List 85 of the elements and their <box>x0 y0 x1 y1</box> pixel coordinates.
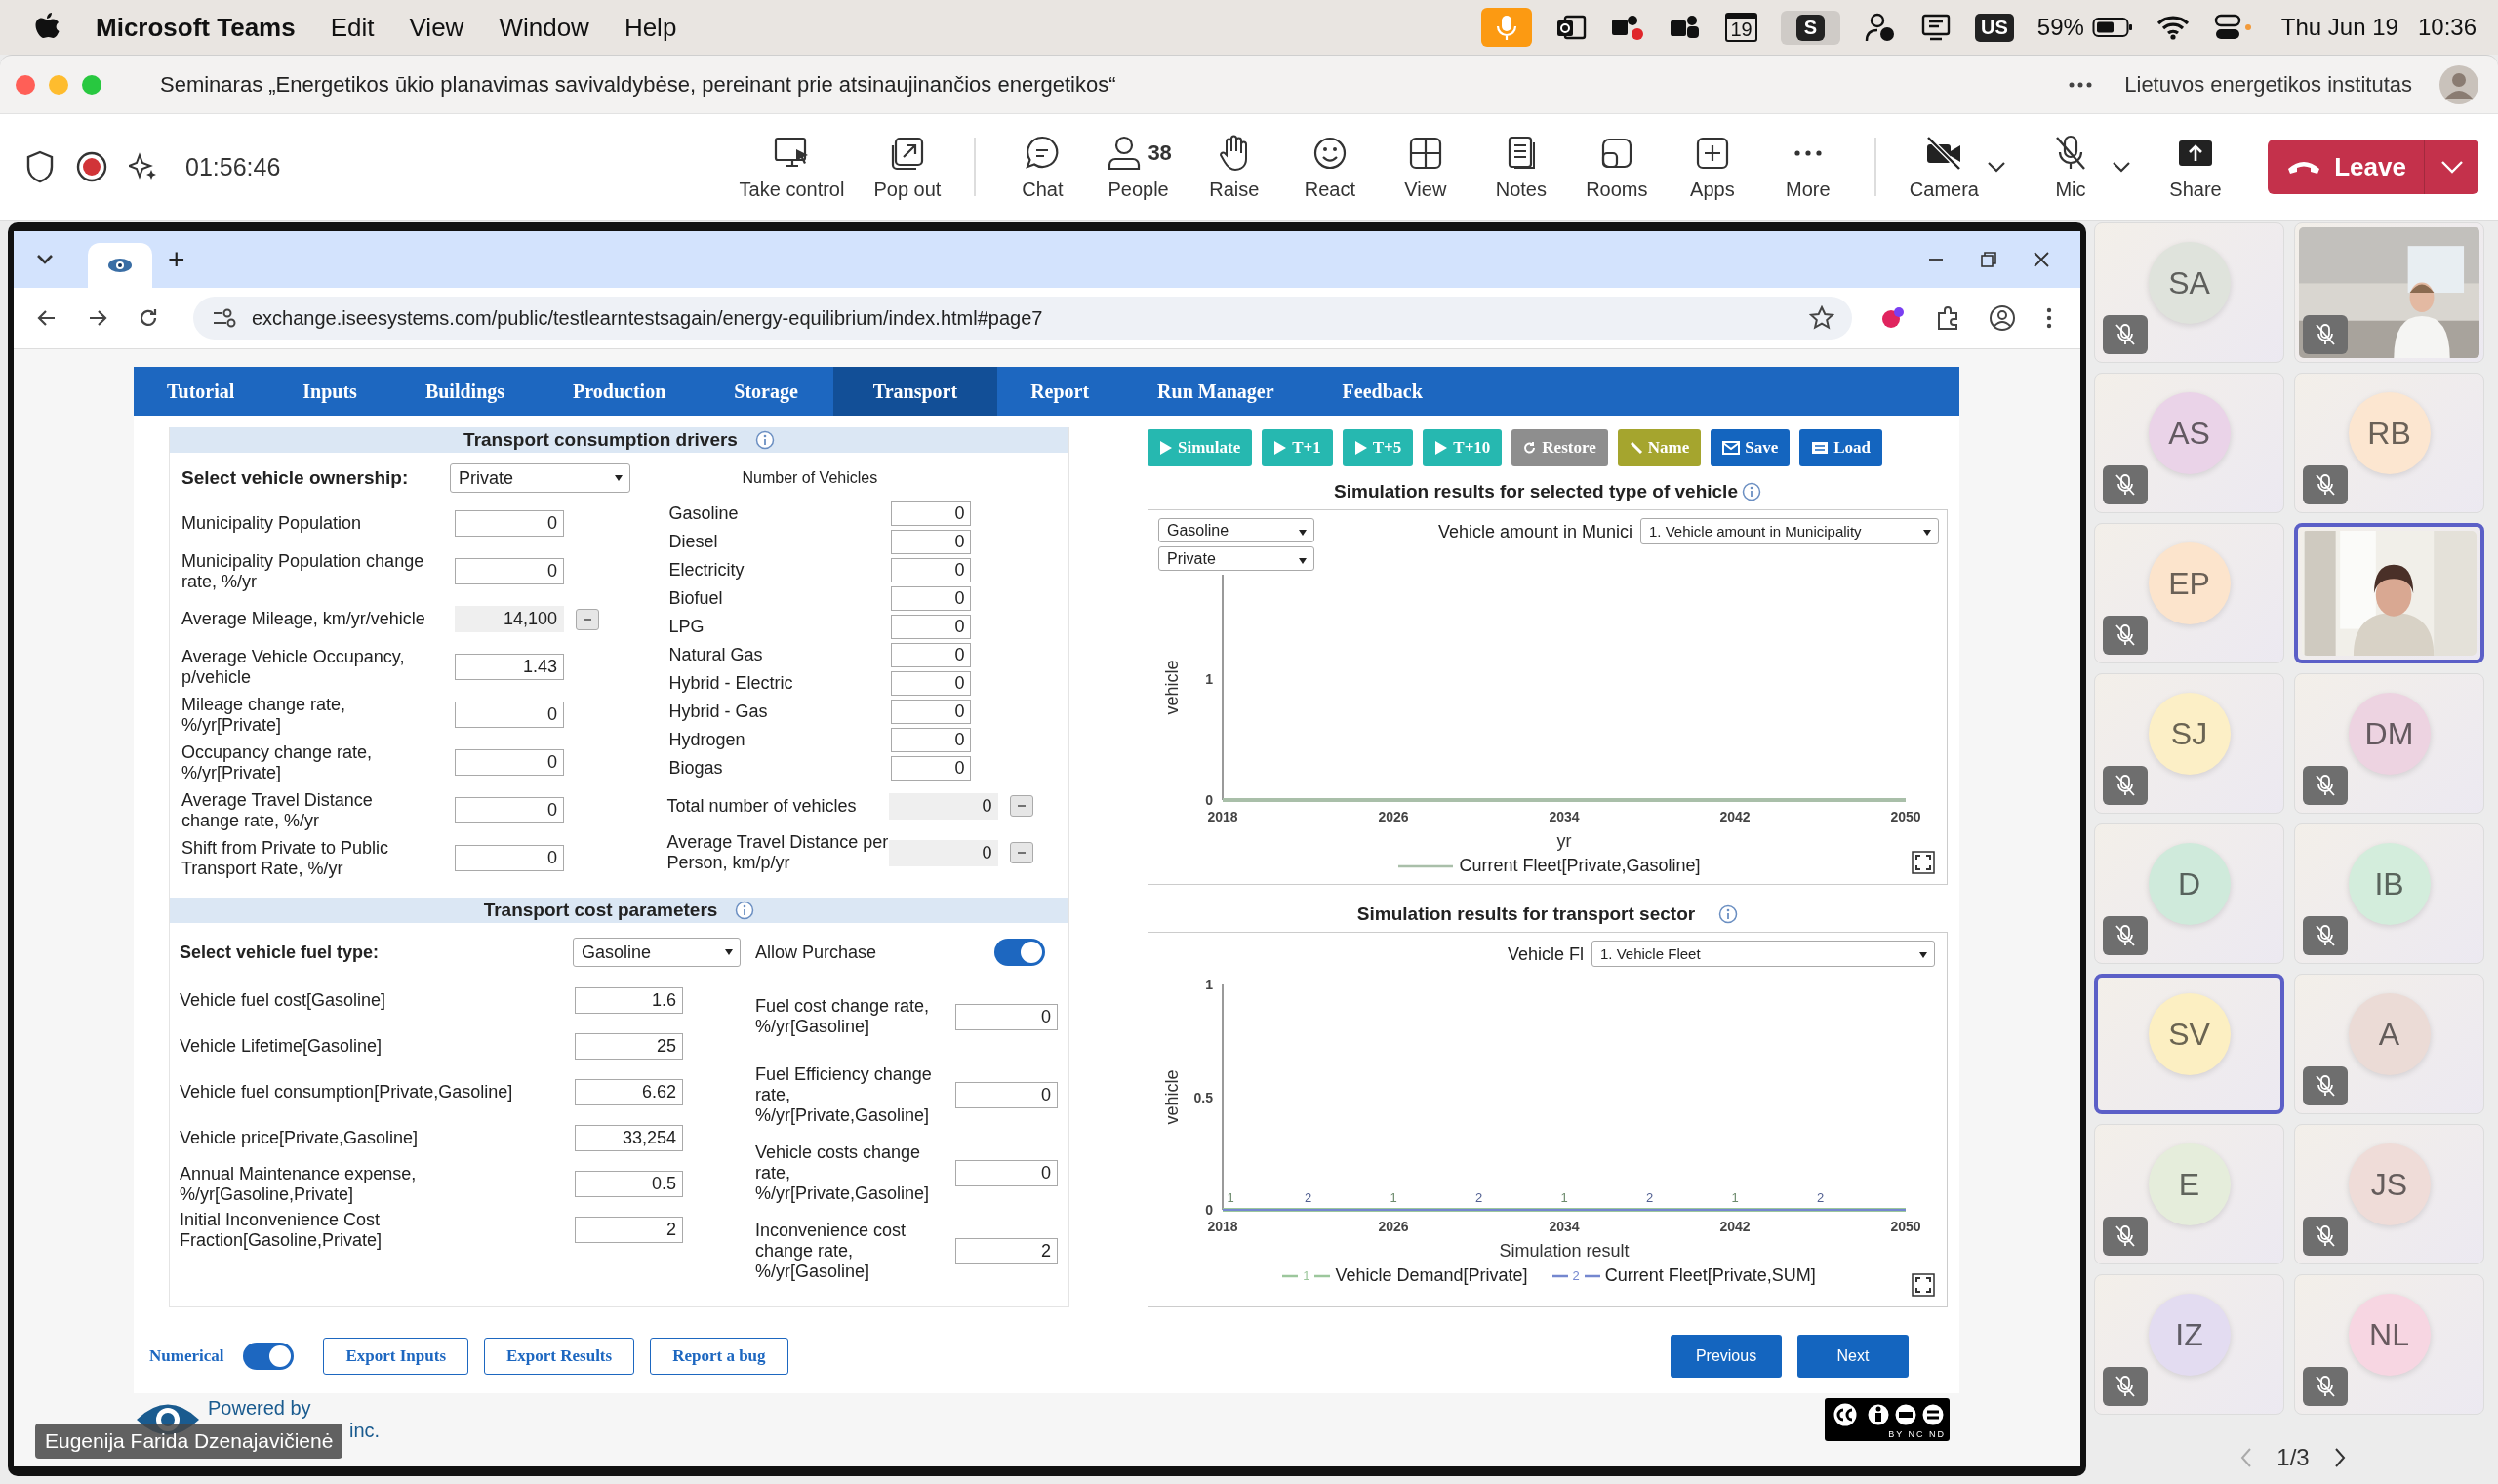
x-axis-label: Simulation result <box>1499 1241 1630 1261</box>
y-axis-label: vehicle <box>1162 660 1182 715</box>
vehicle-label: Hybrid - Gas <box>667 702 769 722</box>
vehicle-label: Hybrid - Electric <box>667 673 794 694</box>
vehicle-label: Biogas <box>667 758 724 779</box>
x-tick-label: 2026 <box>1378 809 1409 824</box>
url-text: exchange.iseesystems.com/public/testlearntestsagain/energy-equilibrium/index.html#page7 <box>252 306 1043 330</box>
vehicle-label: Natural Gas <box>667 645 764 665</box>
series-marker: 2 <box>1645 1190 1654 1205</box>
x-axis-label: yr <box>1556 831 1572 851</box>
toggle-label: Numerical <box>149 1346 224 1366</box>
variable-label: Vehicle Fl <box>1507 944 1584 965</box>
field-label: Vehicle Lifetime[Gasoline] <box>180 1036 383 1057</box>
field-label: Mileage change rate, %/yr[Private] <box>181 694 347 736</box>
series-marker: 2 <box>1304 1190 1312 1205</box>
number-field: 0 <box>889 839 999 866</box>
x-tick-label: 2042 <box>1719 1219 1751 1234</box>
chart-title: Simulation results for selected type of vehicle <box>1334 481 1738 502</box>
field-label: Total number of vehicles <box>665 795 858 817</box>
x-tick-label: 2042 <box>1719 809 1751 824</box>
x-tick-label: 2026 <box>1378 1219 1409 1234</box>
field-label: Allow Purchase <box>755 942 878 963</box>
vehicle-label: LPG <box>667 617 705 637</box>
field-label: Vehicle costs change rate, %/yr[Private,Gasoline] <box>755 1142 931 1204</box>
legend-label: Current Fleet[Private,Gasoline] <box>1459 856 1701 876</box>
vehicle-label: Diesel <box>667 532 719 552</box>
field-label: Annual Maintenance expense, %/yr[Gasoline,Private] <box>180 1163 418 1205</box>
series-marker: 1 <box>1731 1190 1739 1205</box>
section-title: Transport consumption drivers <box>463 429 738 451</box>
y-tick-label: 0.5 <box>1193 1089 1213 1105</box>
field-label: Fuel cost change rate, %/yr[Gasoline] <box>755 996 931 1037</box>
x-tick-label: 2018 <box>1207 809 1238 824</box>
x-tick-label: 2034 <box>1549 809 1580 824</box>
legend-label: Vehicle Demand[Private] <box>1335 1265 1528 1286</box>
section-title: Transport cost parameters <box>483 900 718 921</box>
presenter-name-tag: Eugenija Farida Dzenajavičienė <box>35 1424 343 1459</box>
field-label: Fuel Efficiency change rate, %/yr[Private,Gasoline] <box>755 1063 933 1126</box>
y-tick-label: 1 <box>1205 670 1213 687</box>
y-tick-label: 0 <box>1205 1202 1213 1218</box>
vehicle-label: Hydrogen <box>667 730 746 750</box>
field-label: Vehicle fuel consumption[Private,Gasoline] <box>180 1082 514 1103</box>
variable-label: Vehicle amount in Munici <box>1437 522 1632 542</box>
field-label: Occupancy change rate, %/yr[Private] <box>181 742 374 783</box>
company-text: inc. <box>349 1420 381 1442</box>
series-marker: 2 <box>1816 1190 1825 1205</box>
license-text: BY NC ND <box>1888 1429 1946 1439</box>
chart-title: Simulation results for transport sector <box>1356 903 1696 925</box>
field-label: Select vehicle fuel type: <box>180 942 381 963</box>
field-label: Select vehicle ownership: <box>181 467 410 489</box>
meeting-title: Seminaras „Energetikos ūkio planavimas savivaldybėse, pereinant prie atsinaujinančios energetikos“ <box>160 71 1116 98</box>
series-marker: 1 <box>1560 1190 1568 1205</box>
field-label: Vehicle price[Private,Gasoline] <box>180 1128 420 1148</box>
series-marker: 1 <box>1390 1190 1397 1205</box>
vehicle-label: Electricity <box>667 560 745 581</box>
field-label: Average Mileage, km/yr/vehicle <box>181 609 426 629</box>
series-marker: 2 <box>1474 1190 1483 1205</box>
field-label: Shift from Private to Public Transport Rate, %/yr <box>181 837 390 879</box>
legend-marker: 1 <box>1303 1268 1310 1283</box>
column-heading: Number of Vehicles <box>742 469 878 487</box>
vehicle-label: Biofuel <box>667 588 724 609</box>
battery-percent: 59% <box>2036 14 2084 41</box>
field-label: Municipality Population change rate, %/yr <box>181 550 425 592</box>
series-marker: 1 <box>1227 1190 1234 1205</box>
field-label: Average Travel Distance per Person, km/p/yr <box>665 832 890 873</box>
meeting-timer: 01:56:46 <box>185 152 281 181</box>
field-label: Vehicle fuel cost[Gasoline] <box>180 990 387 1011</box>
y-axis-label: vehicle <box>1162 1069 1182 1125</box>
vehicle-label: Gasoline <box>667 503 740 524</box>
y-tick-label: 1 <box>1205 977 1213 992</box>
x-tick-label: 2050 <box>1890 1219 1921 1234</box>
field-label: Initial Inconvenience Cost Fraction[Gasoline,Private] <box>180 1209 383 1251</box>
x-tick-label: 2050 <box>1890 809 1921 824</box>
y-tick-label: 0 <box>1205 792 1213 808</box>
legend-marker: 2 <box>1572 1268 1580 1283</box>
legend-label: Current Fleet[Private,SUM] <box>1604 1265 1816 1286</box>
field-label: Average Travel Distance change rate, %/yr <box>181 789 374 831</box>
field-label: Municipality Population <box>181 513 363 534</box>
powered-by-text: Powered by <box>208 1397 312 1420</box>
x-tick-label: 2018 <box>1207 1219 1238 1234</box>
field-label: Inconvenience cost change rate, %/yr[Gasoline] <box>755 1220 907 1282</box>
field-label: Average Vehicle Occupancy, p/vehicle <box>181 646 406 688</box>
number-field: 0 <box>889 792 999 820</box>
page-indicator: 1/3 <box>2276 1444 2310 1471</box>
x-tick-label: 2034 <box>1549 1219 1580 1234</box>
organization-name: Lietuvos energetikos institutas <box>2124 71 2412 98</box>
